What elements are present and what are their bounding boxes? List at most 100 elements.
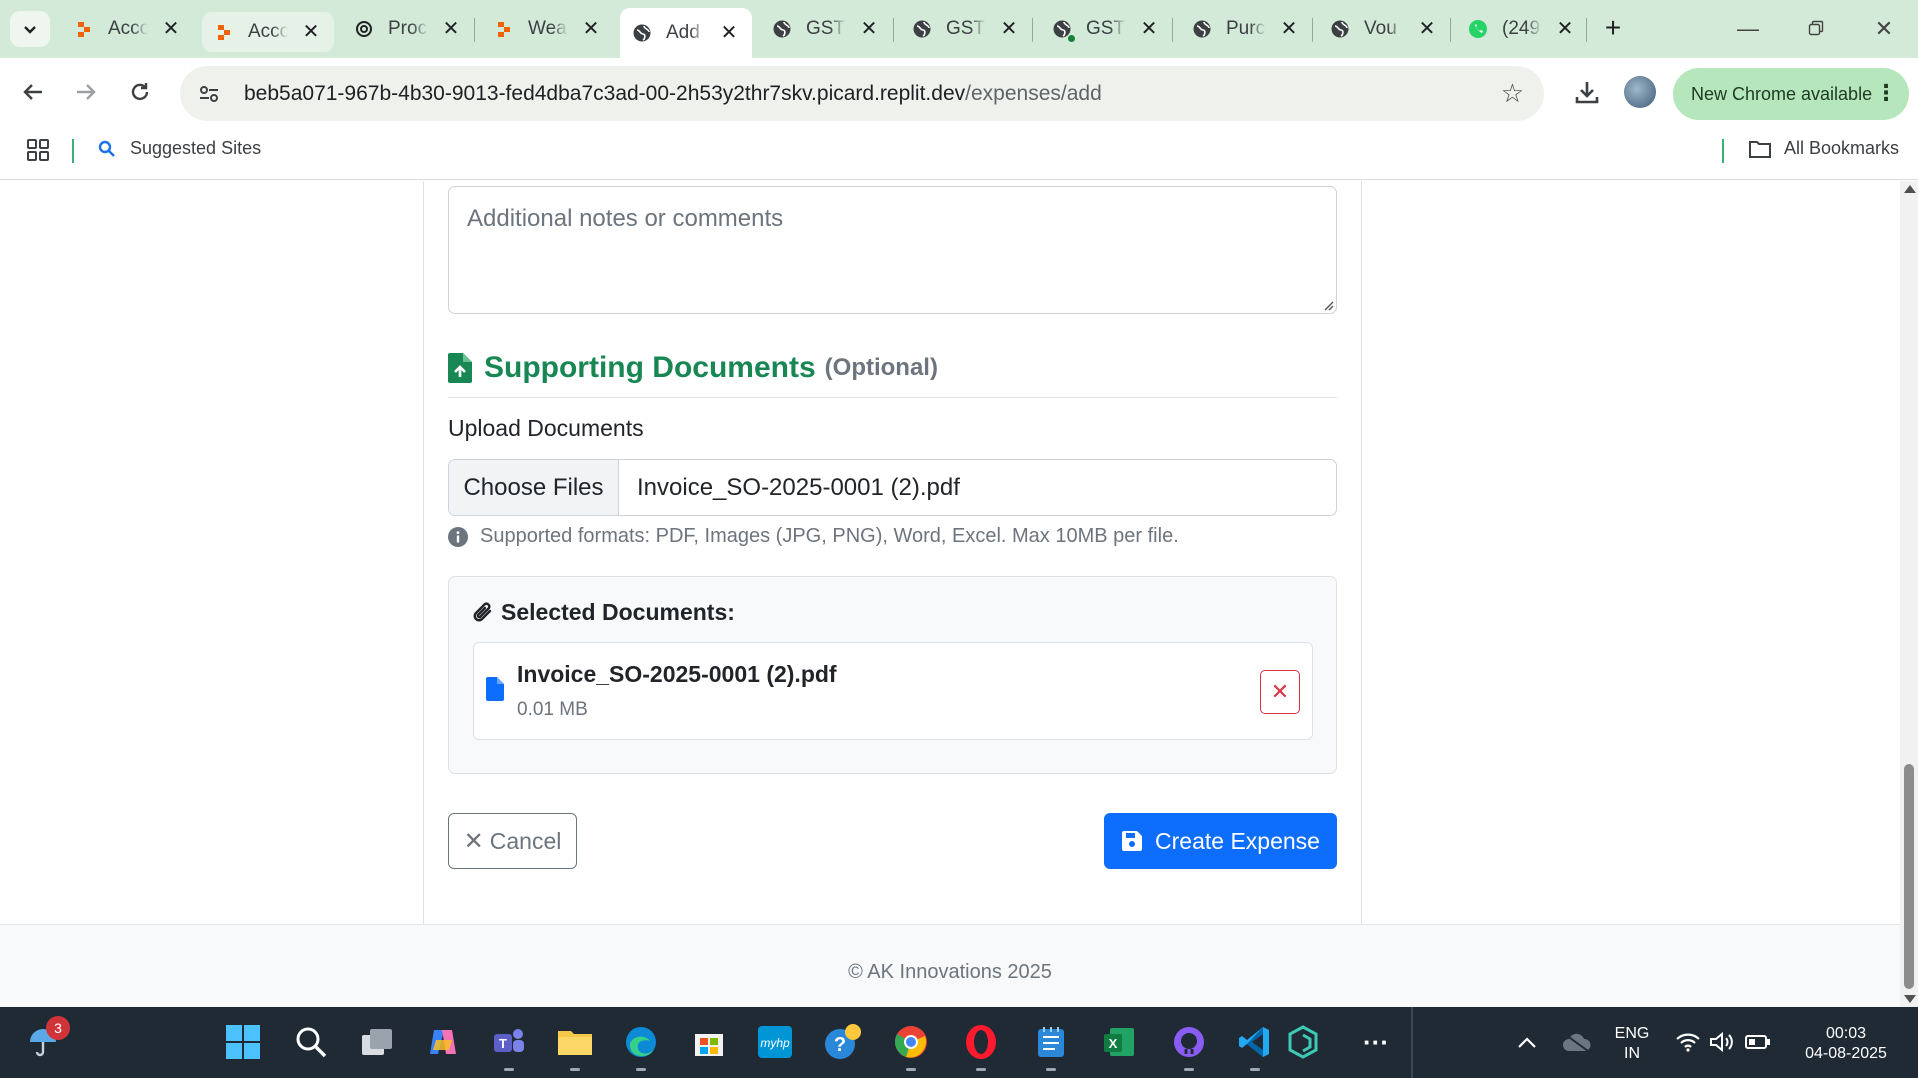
tab-proc[interactable]: Proc ✕ (342, 8, 474, 50)
clock-time: 00:03 (1825, 1025, 1867, 1042)
close-window-button[interactable]: ✕ (1864, 12, 1904, 46)
downloads-button[interactable] (1567, 72, 1607, 112)
onedrive-tray[interactable] (1556, 1021, 1598, 1063)
close-icon[interactable]: ✕ (718, 22, 740, 44)
all-bookmarks-button[interactable]: All Bookmarks (1748, 138, 1899, 159)
resize-grip-icon[interactable] (1322, 299, 1334, 311)
teams-icon: T (494, 1029, 524, 1052)
site-info-icon[interactable] (194, 83, 224, 105)
tab-whatsapp[interactable]: (249 ✕ (1456, 8, 1588, 50)
tab-gst-1[interactable]: GST ✕ (760, 8, 892, 50)
selected-documents-heading: Selected Documents: (473, 599, 735, 626)
taskbar-notepad[interactable] (1030, 1021, 1072, 1071)
tab-acco-2[interactable]: Acco ✕ (202, 12, 334, 52)
taskbar-myhp[interactable]: myhp (754, 1021, 796, 1063)
taskbar-store[interactable] (688, 1021, 730, 1063)
close-icon[interactable]: ✕ (1416, 18, 1438, 40)
close-icon[interactable]: ✕ (160, 18, 182, 40)
start-button[interactable] (222, 1021, 264, 1063)
bookmark-separator (1722, 139, 1724, 163)
update-label: New Chrome available (1691, 83, 1873, 104)
arrow-right-icon (77, 84, 96, 100)
taskbar-more-button[interactable]: ··· (1355, 1021, 1397, 1063)
file-icon (486, 677, 504, 701)
upload-hint-text: Supported formats: PDF, Images (JPG, PNG… (480, 525, 1179, 547)
profile-avatar[interactable] (1624, 76, 1656, 108)
file-input[interactable]: Choose Files Invoice_SO-2025-0001 (2).pd… (448, 459, 1337, 516)
tab-search-button[interactable] (10, 11, 50, 47)
section-divider (448, 397, 1337, 398)
taskbar-get-help[interactable]: ? (822, 1021, 864, 1063)
taskbar-excel[interactable]: X (1098, 1021, 1140, 1063)
scroll-down-arrow-icon[interactable] (1904, 995, 1916, 1003)
tab-separator (474, 18, 475, 42)
new-tab-button[interactable]: + (1598, 14, 1628, 44)
search-icon (296, 1027, 327, 1058)
taskbar-github[interactable] (1168, 1021, 1210, 1071)
task-view-button[interactable] (356, 1021, 398, 1063)
taskbar-file-explorer[interactable] (554, 1021, 596, 1071)
taskbar-search-button[interactable] (290, 1021, 332, 1063)
chrome-update-button[interactable]: New Chrome available ⋮ (1673, 68, 1909, 120)
svg-text:T: T (499, 1036, 507, 1051)
tab-strip: Acco ✕ Acco ✕ Proc ✕ Wea ✕ Add ✕ GST ✕ G… (0, 0, 1918, 58)
tab-wea[interactable]: Wea ✕ (482, 8, 614, 50)
running-indicator (636, 1068, 646, 1071)
tab-gst-2[interactable]: GST ✕ (900, 8, 1032, 50)
taskbar-edge[interactable] (620, 1021, 662, 1071)
close-icon[interactable]: ✕ (300, 21, 322, 43)
taskbar-teams[interactable]: T (488, 1021, 530, 1071)
tab-vou[interactable]: Vou ✕ (1318, 8, 1450, 50)
page-footer: © AK Innovations 2025 (0, 924, 1900, 1007)
reload-button[interactable] (120, 72, 160, 112)
minimize-button[interactable]: — (1728, 12, 1768, 46)
tab-add-active[interactable]: Add ✕ (620, 8, 752, 58)
close-icon[interactable]: ✕ (440, 18, 462, 40)
cancel-button[interactable]: ✕ Cancel (448, 813, 577, 869)
close-icon[interactable]: ✕ (1554, 18, 1576, 40)
restore-button[interactable] (1796, 12, 1836, 46)
download-icon (1575, 82, 1599, 104)
quick-settings-tray[interactable] (1668, 1021, 1778, 1063)
taskbar-chrome[interactable] (890, 1021, 932, 1071)
running-indicator (1046, 1068, 1056, 1071)
notes-textarea[interactable]: Additional notes or comments (448, 186, 1337, 314)
close-icon[interactable]: ✕ (1138, 18, 1160, 40)
tab-acco-1[interactable]: Acco ✕ (62, 8, 194, 50)
close-icon[interactable]: ✕ (858, 18, 880, 40)
tab-label: Proc (388, 18, 428, 39)
apps-grid-icon[interactable] (26, 138, 50, 167)
clock[interactable]: 00:03 04-08-2025 (1796, 1024, 1896, 1064)
address-bar[interactable]: beb5a071-967b-4b30-9013-fed4dba7c3ad-00-… (180, 66, 1544, 121)
back-button[interactable] (13, 72, 53, 112)
scroll-up-arrow-icon[interactable] (1904, 185, 1916, 193)
forward-button[interactable] (66, 72, 106, 112)
bookmark-label: Suggested Sites (130, 138, 262, 158)
show-hidden-icons-button[interactable] (1506, 1021, 1548, 1063)
page-scrollbar[interactable] (1900, 181, 1918, 1007)
taskbar-app[interactable] (1282, 1021, 1324, 1063)
remove-file-button[interactable]: ✕ (1260, 670, 1300, 714)
kebab-menu-icon[interactable]: ⋮ (1875, 80, 1897, 106)
taskbar-opera[interactable] (960, 1021, 1002, 1071)
vscode-icon (1239, 1027, 1269, 1057)
taskbar-vscode[interactable] (1234, 1021, 1276, 1071)
bookmark-suggested-sites[interactable]: Suggested Sites (98, 138, 261, 159)
close-icon[interactable]: ✕ (1278, 18, 1300, 40)
language-indicator[interactable]: ENG IN (1610, 1024, 1654, 1064)
create-expense-button[interactable]: Create Expense (1104, 813, 1337, 869)
close-icon[interactable]: ✕ (580, 18, 602, 40)
close-icon[interactable]: ✕ (998, 18, 1020, 40)
choose-files-button[interactable]: Choose Files (449, 460, 619, 515)
tab-gst-3[interactable]: GST ✕ (1040, 8, 1172, 50)
tab-purc[interactable]: Purc ✕ (1180, 8, 1312, 50)
scrollbar-thumb[interactable] (1904, 764, 1914, 989)
ellipsis-icon: ··· (1363, 1027, 1389, 1057)
weather-badge: 3 (46, 1016, 70, 1040)
taskbar-copilot[interactable] (422, 1021, 464, 1063)
volume-icon (1710, 1031, 1733, 1053)
close-icon: ✕ (1270, 679, 1290, 704)
tab-label: Acco (248, 21, 288, 42)
star-icon[interactable]: ☆ (1501, 78, 1524, 109)
chevron-down-icon (24, 26, 36, 34)
